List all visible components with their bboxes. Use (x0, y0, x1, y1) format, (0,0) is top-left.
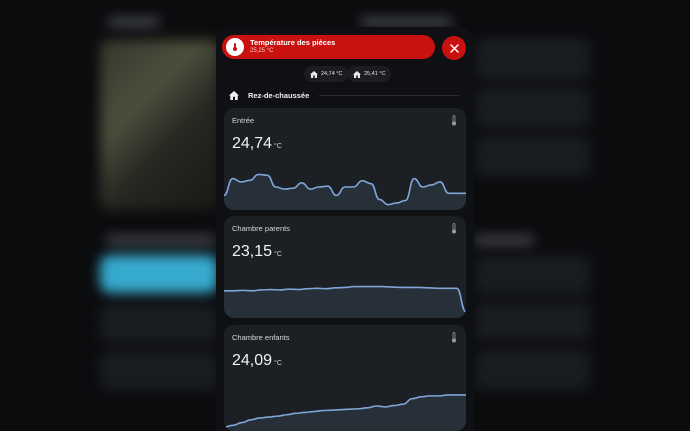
temperature-unit: °C (274, 360, 282, 367)
graph-area (224, 394, 466, 431)
bg-tile (474, 302, 590, 340)
section-header: Rez-de-chaussée (229, 89, 459, 101)
thermometer-icon (452, 223, 456, 234)
room-temperature: 24,74 °C (232, 135, 282, 153)
temperature-dialog: Température des pièces 25,25 °C 24,74 °C… (216, 27, 474, 431)
close-icon (449, 43, 459, 53)
thermometer-icon (226, 38, 244, 56)
chip-value: 25,41 °C (364, 71, 386, 77)
graph-area (224, 286, 466, 318)
dialog-subtitle: 25,25 °C (250, 48, 274, 54)
temperature-value: 24,74 (232, 135, 273, 152)
bg-title (108, 18, 160, 26)
floor-chip-1[interactable]: 24,74 °C (304, 66, 349, 82)
temperature-graph (224, 173, 466, 210)
close-button[interactable] (442, 36, 466, 60)
bg-section-label (474, 236, 534, 244)
bg-camera-image (100, 40, 220, 210)
section-divider (319, 94, 459, 96)
home-icon (229, 90, 239, 100)
room-card-chambre-enfants[interactable]: Chambre enfants 24,09 °C (224, 325, 466, 431)
section-label: Rez-de-chaussée (248, 90, 310, 100)
bg-tile (474, 350, 590, 390)
temperature-unit: °C (274, 143, 282, 150)
graph-area (224, 174, 466, 210)
room-name: Chambre parents (232, 224, 290, 233)
bg-user (360, 18, 452, 26)
temperature-value: 24,09 (232, 352, 273, 369)
bg-tile (474, 256, 590, 294)
room-name: Chambre enfants (232, 333, 290, 342)
home-icon (353, 70, 361, 78)
bg-cyan-tile (100, 255, 218, 293)
room-card-chambre-parents[interactable]: Chambre parents 23,15 °C (224, 216, 466, 318)
room-card-entree[interactable]: Entrée 24,74 °C (224, 108, 466, 210)
dialog-header: Température des pièces 25,25 °C (222, 35, 435, 59)
bg-section-label (106, 236, 216, 244)
room-temperature: 24,09 °C (232, 352, 282, 370)
thermometer-icon (452, 115, 456, 126)
bg-tile (474, 88, 590, 128)
bg-tile (100, 305, 218, 343)
temperature-graph (224, 285, 466, 318)
home-icon (310, 70, 318, 78)
bg-tile (474, 38, 590, 80)
bg-tile (474, 136, 590, 176)
thermometer-icon (452, 332, 456, 343)
dialog-title: Température des pièces (250, 38, 336, 47)
temperature-unit: °C (274, 251, 282, 258)
room-name: Entrée (232, 116, 255, 125)
chip-value: 24,74 °C (321, 71, 343, 77)
bg-tile (100, 352, 218, 390)
temperature-graph (224, 394, 466, 431)
room-temperature: 23,15 °C (232, 243, 282, 261)
temperature-value: 23,15 (232, 243, 273, 260)
floor-chip-2[interactable]: 25,41 °C (347, 66, 392, 82)
